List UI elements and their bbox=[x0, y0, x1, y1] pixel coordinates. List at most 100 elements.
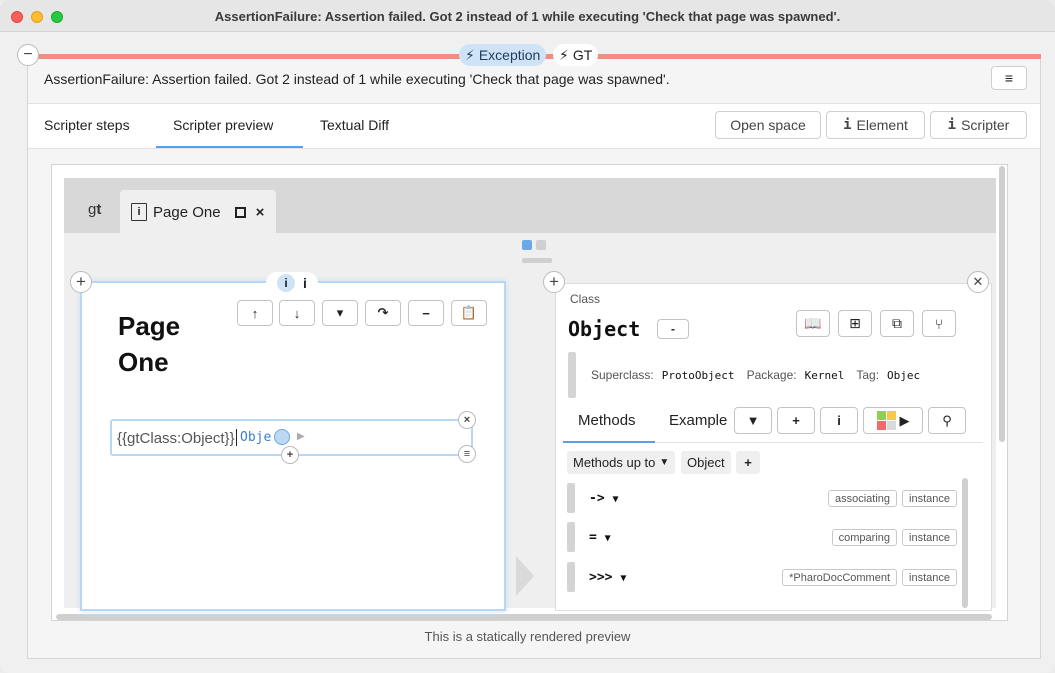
page-title: Page One bbox=[118, 308, 180, 380]
superclass-label: Superclass: bbox=[591, 368, 654, 382]
examples-status-icon bbox=[876, 411, 896, 430]
hamburger-icon: ≡ bbox=[463, 448, 471, 460]
package-value[interactable]: Kernel bbox=[805, 369, 845, 382]
row-marker bbox=[567, 522, 575, 552]
info-icon: i bbox=[303, 275, 307, 291]
run-examples-button[interactable]: ▶ bbox=[863, 407, 923, 434]
pager-dot[interactable] bbox=[536, 240, 546, 250]
minus-label: - bbox=[671, 322, 675, 336]
scope-class-pill[interactable]: Object bbox=[681, 451, 731, 474]
chevron-down-icon[interactable]: ▼ bbox=[612, 494, 618, 505]
gt-logo[interactable]: gt bbox=[88, 201, 101, 218]
copy-icon: ⧉ bbox=[892, 315, 902, 331]
list-item[interactable]: -> ▼ associating instance bbox=[567, 483, 957, 513]
snippet-menu-button[interactable]: ≡ bbox=[458, 445, 476, 463]
clipboard-button[interactable]: 📋 bbox=[451, 300, 487, 326]
share-button[interactable]: ↷ bbox=[365, 300, 401, 326]
pager-dot-active[interactable] bbox=[522, 240, 532, 250]
inspect-element-button[interactable]: i Element bbox=[826, 111, 925, 139]
search-methods-button[interactable]: ⚲ bbox=[928, 407, 966, 434]
methods-scope-dropdown[interactable]: Methods up to ▼ bbox=[567, 451, 676, 474]
snippet-text[interactable]: {{gtClass:Object}} bbox=[117, 429, 238, 447]
add-method-button[interactable]: + bbox=[777, 407, 815, 434]
method-name: = ▼ bbox=[589, 530, 611, 545]
book-icon: 📖 bbox=[804, 315, 822, 331]
snippet-object-part1: Obje bbox=[240, 430, 272, 445]
side-tag[interactable]: instance bbox=[902, 529, 957, 546]
method-info-button[interactable]: i bbox=[820, 407, 858, 434]
snippet-delete-button[interactable]: × bbox=[458, 411, 476, 429]
tab-scripter-preview[interactable]: Scripter preview bbox=[173, 117, 273, 133]
method-tags: *PharoDocComment instance bbox=[782, 569, 957, 586]
metadata-bar bbox=[568, 352, 576, 398]
chevron-down-icon[interactable]: ▼ bbox=[620, 573, 626, 584]
class-minus-button[interactable]: - bbox=[657, 319, 689, 339]
protocol-tag[interactable]: *PharoDocComment bbox=[782, 569, 898, 586]
scope-class-value: Object bbox=[687, 455, 725, 470]
info-icon: i bbox=[947, 117, 957, 133]
snippet-add-button[interactable]: + bbox=[281, 446, 299, 464]
tab-scripter-steps[interactable]: Scripter steps bbox=[44, 117, 130, 133]
copy-button[interactable]: ⧉ bbox=[880, 310, 914, 337]
vertical-scrollbar[interactable] bbox=[999, 166, 1005, 442]
remove-button[interactable]: − bbox=[408, 300, 444, 326]
play-icon: ▶ bbox=[899, 412, 910, 428]
class-name: Object bbox=[568, 317, 641, 341]
add-pane-right-button[interactable]: + bbox=[543, 271, 565, 293]
search-icon[interactable] bbox=[274, 429, 290, 445]
open-space-button[interactable]: Open space bbox=[715, 111, 821, 139]
dropdown-button[interactable]: ▾ bbox=[322, 300, 358, 326]
info-icon: i bbox=[843, 117, 852, 133]
menu-button[interactable]: ≡ bbox=[991, 66, 1027, 90]
close-pane-button[interactable]: ✕ bbox=[967, 271, 989, 293]
tab-methods[interactable]: Methods bbox=[578, 412, 636, 429]
protocol-tag[interactable]: comparing bbox=[831, 529, 898, 546]
row-marker bbox=[567, 483, 575, 513]
list-item[interactable]: >>> ▼ *PharoDocComment instance bbox=[567, 562, 957, 592]
browse-button[interactable]: 📖 bbox=[796, 310, 830, 337]
page-tab[interactable]: i Page One × bbox=[120, 190, 276, 234]
maximize-icon[interactable] bbox=[234, 206, 246, 218]
hierarchy-button[interactable]: ⊞ bbox=[838, 310, 872, 337]
inspect-scripter-button[interactable]: i Scripter bbox=[930, 111, 1027, 139]
tag-label: Tag: bbox=[856, 368, 880, 382]
arrow-up-icon: ↑ bbox=[251, 305, 259, 321]
move-down-button[interactable]: ↓ bbox=[279, 300, 315, 326]
move-up-button[interactable]: ↑ bbox=[237, 300, 273, 326]
plus-icon: + bbox=[744, 455, 752, 470]
method-name: -> ▼ bbox=[589, 491, 619, 506]
clipboard-icon: 📋 bbox=[460, 305, 478, 320]
exception-tag[interactable]: ⚡ Exception bbox=[459, 44, 547, 66]
superclass-value[interactable]: ProtoObject bbox=[662, 369, 735, 382]
protocol-tag[interactable]: associating bbox=[827, 490, 898, 507]
tab-example[interactable]: Example bbox=[669, 412, 727, 429]
page-info-badge[interactable]: i i bbox=[266, 272, 318, 294]
app-window: AssertionFailure: Assertion failed. Got … bbox=[0, 0, 1055, 673]
add-pane-left-button[interactable]: + bbox=[70, 271, 92, 293]
side-tag[interactable]: instance bbox=[902, 569, 957, 586]
side-tag[interactable]: instance bbox=[902, 490, 957, 507]
horizontal-scrollbar[interactable] bbox=[56, 614, 992, 620]
tab-textual-diff[interactable]: Textual Diff bbox=[320, 117, 389, 133]
chevron-down-icon[interactable]: ▼ bbox=[605, 533, 611, 544]
page-inspect-icon: i bbox=[277, 274, 296, 292]
filter-button[interactable]: ▼ bbox=[734, 407, 772, 434]
gt-tag[interactable]: ⚡ GT bbox=[553, 44, 599, 66]
git-button[interactable]: ⑂ bbox=[922, 310, 956, 337]
scope-add-button[interactable]: + bbox=[736, 451, 760, 474]
class-kind-label: Class bbox=[570, 292, 601, 306]
method-selector: >>> bbox=[589, 570, 613, 585]
methods-scrollbar[interactable] bbox=[962, 478, 968, 608]
element-label: Element bbox=[856, 117, 908, 133]
list-item[interactable]: = ▼ comparing instance bbox=[567, 522, 957, 552]
collapse-button[interactable]: − bbox=[17, 44, 39, 66]
lightning-icon: ⚡ bbox=[465, 46, 475, 63]
tag-value[interactable]: Objec bbox=[887, 369, 920, 382]
expand-arrow-icon[interactable]: ▶ bbox=[297, 431, 305, 442]
close-tab-icon[interactable]: × bbox=[256, 204, 265, 221]
close-icon: × bbox=[463, 414, 471, 426]
title-bar: AssertionFailure: Assertion failed. Got … bbox=[0, 0, 1055, 32]
page-icon: i bbox=[131, 203, 147, 221]
method-tags: associating instance bbox=[827, 490, 957, 507]
git-branch-icon: ⑂ bbox=[934, 315, 944, 332]
